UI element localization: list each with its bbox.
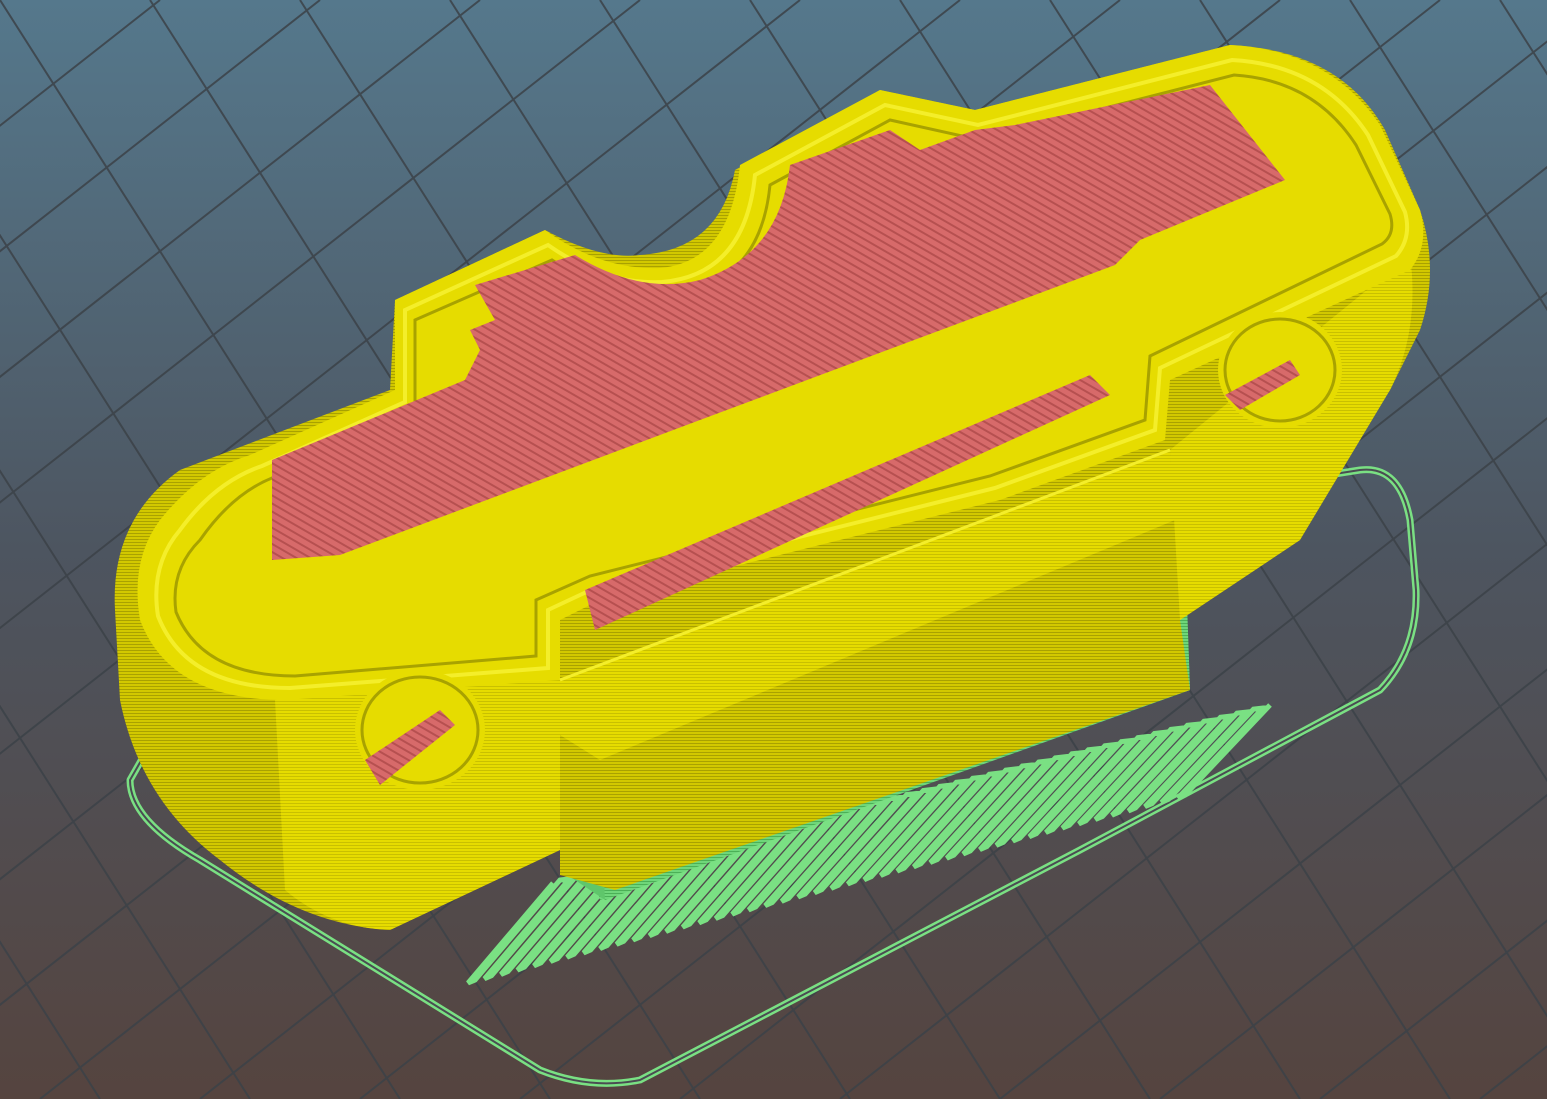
3d-preview-viewport[interactable]: [0, 0, 1547, 1099]
gcode-preview-canvas[interactable]: [0, 0, 1547, 1099]
